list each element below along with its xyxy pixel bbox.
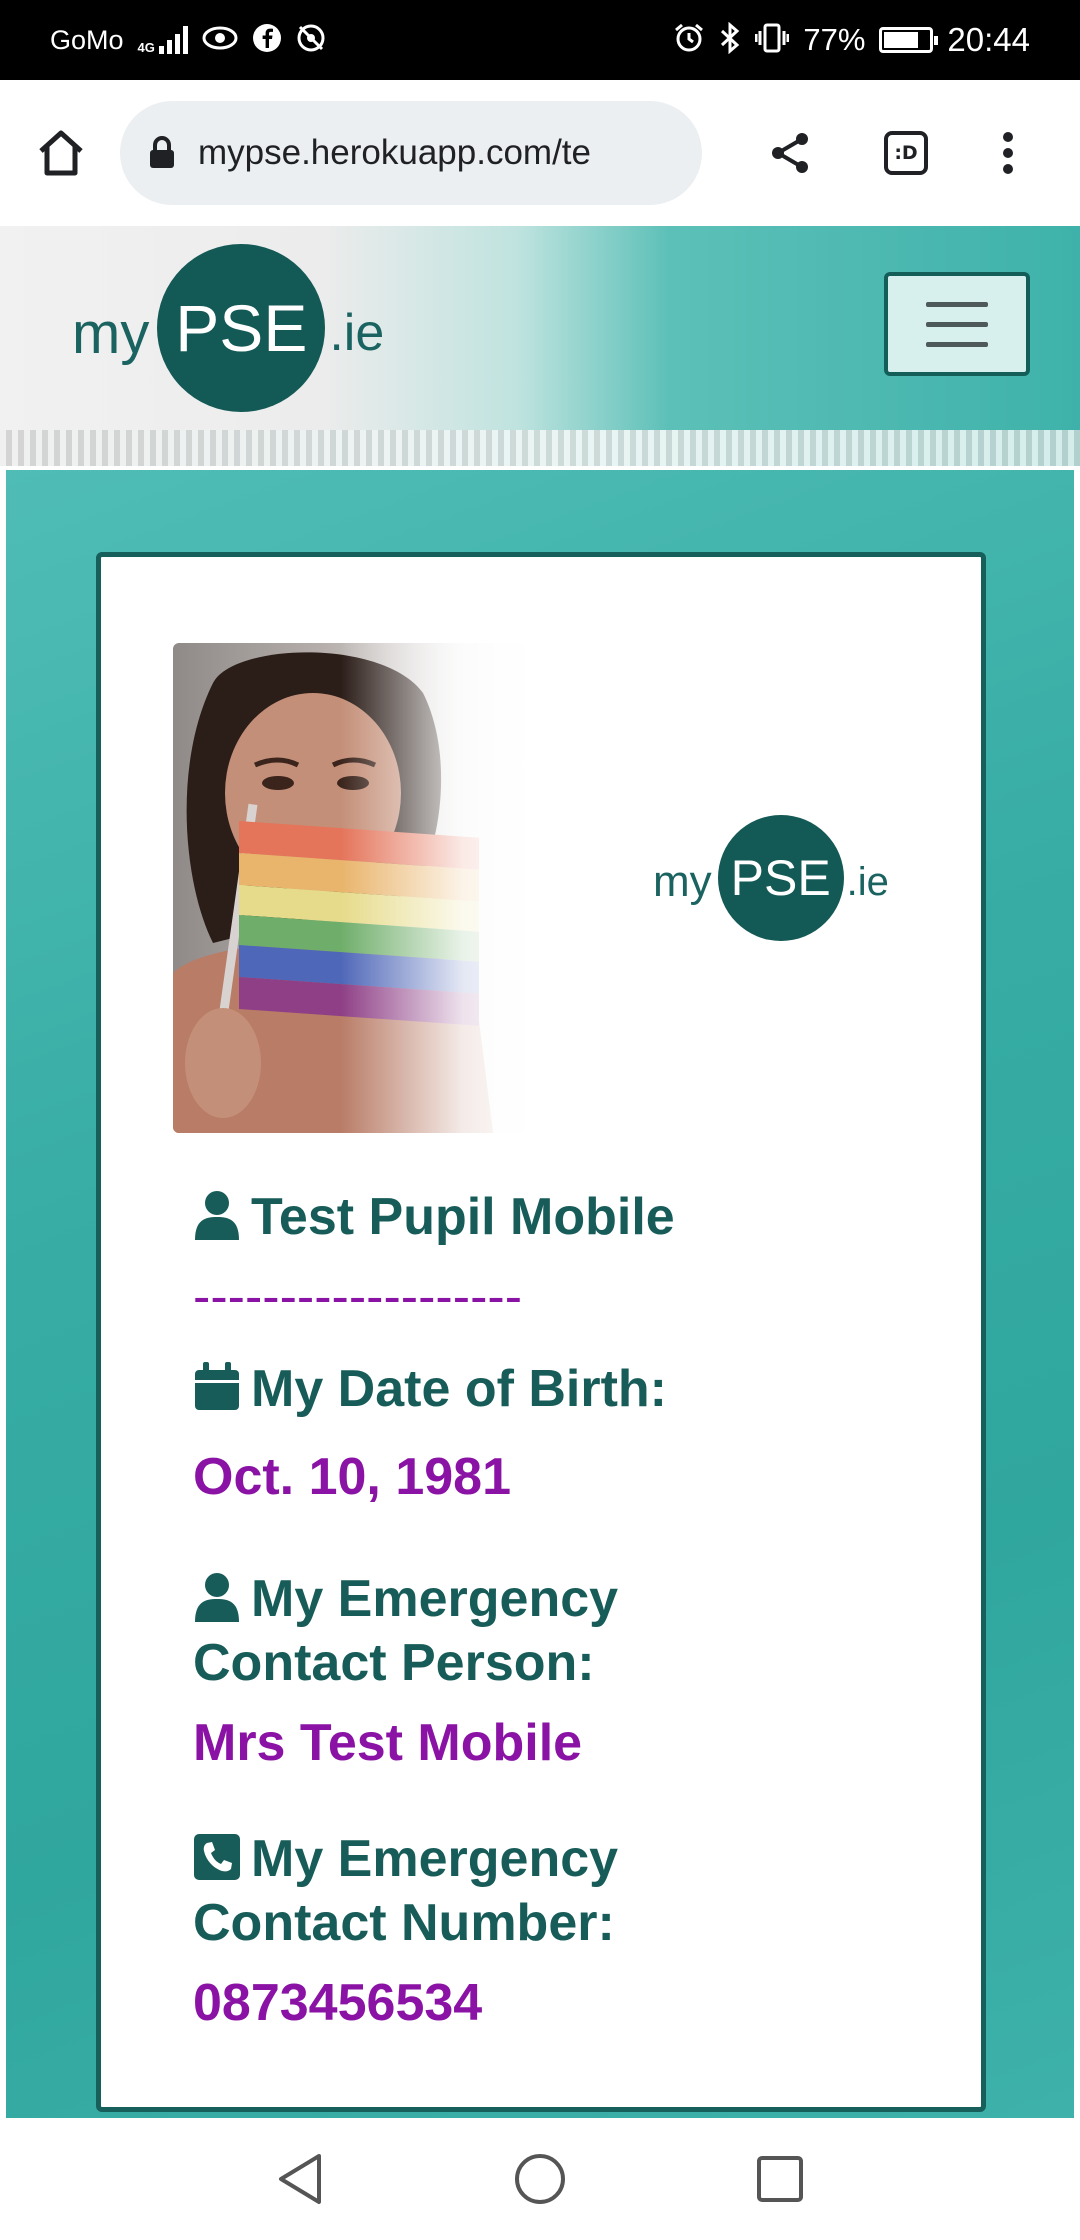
share-icon xyxy=(772,133,808,173)
name-divider: ------------------- xyxy=(193,1268,523,1326)
home-circle-icon xyxy=(515,2154,565,2204)
alarm-icon xyxy=(673,22,705,59)
dob-label: My Date of Birth: xyxy=(193,1357,913,1421)
recents-icon xyxy=(757,2156,803,2202)
eye-icon xyxy=(202,25,238,56)
card-logo-suffix: .ie xyxy=(846,859,889,904)
share-button[interactable] xyxy=(758,121,822,185)
home-nav-button[interactable] xyxy=(510,2149,570,2209)
pupil-name-text: Test Pupil Mobile xyxy=(251,1188,675,1246)
more-vert-icon xyxy=(1003,132,1013,174)
browser-toolbar: mypse.herokuapp.com/te :D xyxy=(0,80,1080,226)
emergency-person-label-line1: My Emergency xyxy=(251,1570,619,1628)
header-texture xyxy=(0,430,1080,466)
battery-icon xyxy=(879,27,939,53)
bluetooth-icon xyxy=(719,21,741,59)
site-logo[interactable]: my PSE .ie xyxy=(72,244,384,412)
url-text: mypse.herokuapp.com/te xyxy=(198,133,591,172)
phone-icon xyxy=(194,1834,240,1880)
recents-button[interactable] xyxy=(750,2149,810,2209)
more-menu-button[interactable] xyxy=(976,121,1040,185)
clock: 20:44 xyxy=(947,21,1030,58)
emergency-person-value: Mrs Test Mobile xyxy=(193,1714,583,1772)
dob-value: Oct. 10, 1981 xyxy=(193,1448,511,1506)
card-logo-brand: PSE xyxy=(717,815,844,941)
nav-toggle-button[interactable] xyxy=(884,272,1030,376)
logo-prefix: my xyxy=(72,300,150,366)
card-logo: my PSE .ie xyxy=(653,815,889,941)
profile-card: my PSE .ie Test Pupil Mobile -----------… xyxy=(96,552,986,2112)
dob-block: My Date of Birth: Oct. 10, 1981 xyxy=(193,1357,913,1509)
back-icon xyxy=(279,2154,321,2204)
logo-brand: PSE xyxy=(157,244,326,412)
status-bar: GoMo 4G 77% 20:44 xyxy=(0,0,1080,80)
emergency-number-block: My Emergency Contact Number: 0873456534 xyxy=(193,1827,913,2035)
emergency-number-label: My Emergency Contact Number: xyxy=(193,1827,913,1955)
tabs-button[interactable]: :D xyxy=(874,121,938,185)
home-button[interactable] xyxy=(30,122,92,184)
site-header: my PSE .ie xyxy=(0,226,1080,466)
tabs-icon: :D xyxy=(884,131,928,175)
logo-suffix: .ie xyxy=(329,304,385,362)
pupil-name-block: Test Pupil Mobile ------------------- xyxy=(193,1185,913,1329)
hamburger-icon xyxy=(926,301,988,307)
emergency-person-label-line2: Contact Person: xyxy=(193,1634,595,1692)
home-icon xyxy=(39,130,83,176)
location-off-icon xyxy=(296,23,326,58)
vibrate-icon xyxy=(754,23,790,58)
emergency-person-block: My Emergency Contact Person: Mrs Test Mo… xyxy=(193,1567,913,1775)
carrier-name: GoMo xyxy=(50,24,124,55)
user-icon xyxy=(195,1573,239,1622)
status-right: 77% 20:44 xyxy=(673,21,1030,59)
pupil-with-rainbow-flag-photo xyxy=(173,643,545,1133)
network-type: 4G xyxy=(137,40,155,55)
emergency-number-value: 0873456534 xyxy=(193,1974,483,2032)
card-logo-prefix: my xyxy=(653,857,712,906)
calendar-icon xyxy=(195,1362,239,1410)
pupil-name: Test Pupil Mobile xyxy=(193,1185,913,1249)
facebook-icon xyxy=(252,23,282,58)
address-bar[interactable]: mypse.herokuapp.com/te xyxy=(120,101,702,205)
emergency-person-label: My Emergency Contact Person: xyxy=(193,1567,913,1695)
status-left: GoMo 4G xyxy=(50,23,326,58)
emergency-number-label-line2: Contact Number: xyxy=(193,1894,615,1952)
emergency-number-label-line1: My Emergency xyxy=(251,1830,619,1888)
android-navigation-bar xyxy=(0,2118,1080,2240)
back-button[interactable] xyxy=(270,2149,330,2209)
user-icon xyxy=(195,1191,239,1240)
lock-icon xyxy=(150,136,174,168)
battery-percent: 77% xyxy=(803,22,866,57)
signal-icon: 4G xyxy=(138,26,188,54)
dob-label-text: My Date of Birth: xyxy=(251,1360,667,1418)
